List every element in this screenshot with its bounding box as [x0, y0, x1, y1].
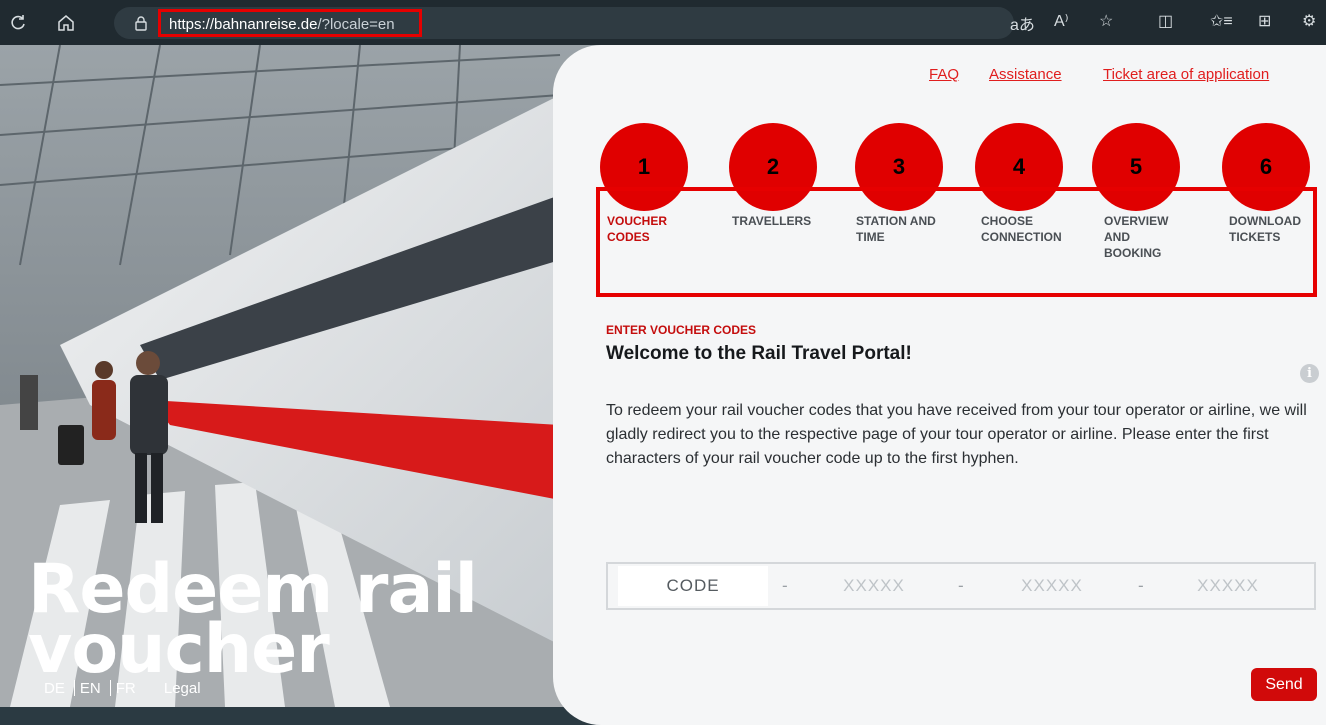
code-dash: -	[782, 576, 788, 595]
code-segment-input-3[interactable]: XXXXX	[1168, 566, 1288, 606]
lang-fr-link[interactable]: FR	[116, 680, 136, 697]
step-download-tickets[interactable]: DOWNLOAD TICKETS	[1229, 213, 1311, 245]
url-path: /?locale=en	[317, 16, 395, 33]
extensions-icon[interactable]: ⚙	[1302, 11, 1316, 31]
step-overview-and-booking[interactable]: OVERVIEW AND BOOKING	[1104, 213, 1184, 261]
code-dash: -	[958, 576, 964, 595]
lang-de-link[interactable]: DE	[44, 680, 65, 697]
language-footer: DE EN FR Legal	[44, 680, 205, 697]
translate-icon[interactable]: aあ	[1010, 11, 1035, 35]
code-dash: -	[1138, 576, 1144, 595]
divider	[73, 680, 75, 696]
code-input[interactable]: CODE	[618, 566, 768, 606]
read-aloud-icon[interactable]: A⁾	[1054, 11, 1069, 31]
collections-icon[interactable]: ⊞	[1258, 11, 1271, 31]
browser-toolbar: https://bahnanreise.de/?locale=en aあ A⁾ …	[0, 0, 1326, 45]
step-voucher-codes[interactable]: VOUCHER CODES	[607, 213, 687, 245]
url-highlight[interactable]: https://bahnanreise.de/?locale=en	[158, 9, 422, 37]
url-domain: https://bahnanreise.de	[169, 16, 318, 33]
home-icon[interactable]	[53, 10, 79, 36]
steps-highlight	[596, 187, 1317, 297]
section-kicker: ENTER VOUCHER CODES	[606, 323, 757, 337]
url-text: https://bahnanreise.de/?locale=en	[169, 16, 395, 33]
hero-title-line2: voucher	[28, 610, 330, 689]
faq-link[interactable]: FAQ	[929, 66, 959, 83]
legal-link[interactable]: Legal	[164, 680, 201, 697]
ticket-area-link[interactable]: Ticket area of application	[1103, 66, 1269, 83]
hero-image: Redeem rail voucher	[0, 45, 620, 707]
code-segment-input-1[interactable]: XXXXX	[814, 566, 934, 606]
assistance-link[interactable]: Assistance	[989, 66, 1062, 83]
send-button[interactable]: Send	[1251, 668, 1317, 701]
hero-title: Redeem rail voucher	[28, 556, 478, 689]
page-title: Welcome to the Rail Travel Portal!	[606, 343, 912, 364]
voucher-code-input-group: CODE - XXXXX - XXXXX - XXXXX	[606, 562, 1316, 610]
lang-en-link[interactable]: EN	[80, 680, 101, 697]
step-travellers[interactable]: TRAVELLERS	[732, 213, 832, 229]
info-icon[interactable]: i	[1300, 364, 1319, 383]
lock-icon[interactable]	[128, 10, 154, 36]
step-choose-connection[interactable]: CHOOSE CONNECTION	[981, 213, 1073, 245]
code-segment-input-2[interactable]: XXXXX	[992, 566, 1112, 606]
star-icon[interactable]: ☆	[1099, 11, 1113, 31]
step-station-and-time[interactable]: STATION AND TIME	[856, 213, 951, 245]
intro-text: To redeem your rail voucher codes that y…	[606, 402, 1307, 467]
favorites-icon[interactable]: ✩≡	[1210, 11, 1233, 31]
split-screen-icon[interactable]: ◫	[1158, 11, 1173, 31]
refresh-icon[interactable]	[5, 10, 31, 36]
divider	[109, 680, 111, 696]
